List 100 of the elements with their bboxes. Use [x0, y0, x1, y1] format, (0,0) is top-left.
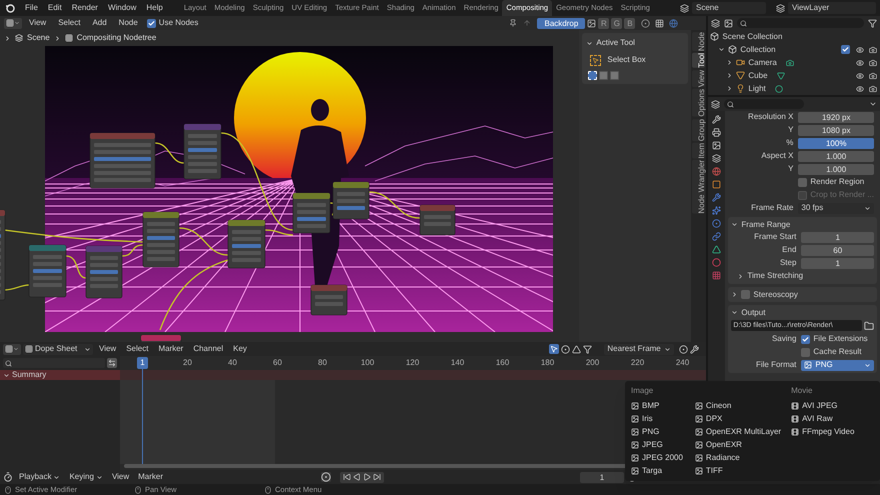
- render-camera-icon[interactable]: [869, 58, 877, 66]
- play-reverse-icon[interactable]: [353, 473, 361, 481]
- panel-header[interactable]: Output: [731, 307, 874, 318]
- visibility-icon[interactable]: [856, 58, 864, 66]
- menu-item[interactable]: Marker: [154, 343, 188, 355]
- circle-dot-icon[interactable]: [561, 344, 570, 354]
- compositor-node[interactable]: [310, 284, 348, 316]
- outliner-item[interactable]: Cube: [748, 70, 768, 82]
- menu-item[interactable]: AVI JPEG: [791, 400, 854, 412]
- expand-toggle[interactable]: [3, 372, 10, 378]
- folder-icon[interactable]: [864, 320, 874, 330]
- menu-item[interactable]: Targa: [631, 465, 683, 477]
- visibility-icon[interactable]: [856, 72, 864, 80]
- checkbox[interactable]: [801, 334, 810, 344]
- sidebar-tab[interactable]: View: [692, 70, 706, 88]
- pin-icon[interactable]: [509, 19, 518, 27]
- link-icon[interactable]: [712, 232, 722, 241]
- expand-toggle[interactable]: [726, 85, 734, 92]
- menu-item[interactable]: Channel: [189, 343, 228, 355]
- sidebar-tab[interactable]: Group: [692, 118, 706, 141]
- compositor-node[interactable]: [292, 192, 330, 234]
- menu-item[interactable]: Radiance: [694, 452, 782, 464]
- menu-item[interactable]: Cineon: [694, 400, 782, 412]
- wrench-icon[interactable]: [712, 193, 722, 202]
- outliner-item[interactable]: Scene Collection: [722, 30, 782, 42]
- filter-icon[interactable]: [868, 18, 877, 28]
- jump-start-icon[interactable]: [343, 473, 351, 481]
- menu-item[interactable]: View: [108, 471, 132, 483]
- scene-icon[interactable]: [680, 4, 689, 12]
- expand-toggle[interactable]: [718, 46, 726, 53]
- swap-icon[interactable]: [107, 358, 117, 368]
- panel-header[interactable]: Frame Range: [731, 219, 874, 230]
- channel-row[interactable]: Summary: [0, 370, 120, 380]
- triangle-icon[interactable]: [712, 245, 722, 254]
- checkbox[interactable]: [146, 18, 156, 28]
- menu-item[interactable]: DPX: [694, 413, 782, 425]
- snapping-dropdown[interactable]: Nearest Frame: [604, 344, 674, 354]
- menu-item[interactable]: View: [95, 343, 120, 355]
- layers-icon[interactable]: [712, 154, 722, 163]
- compositor-node[interactable]: [184, 124, 222, 180]
- menu-item[interactable]: JPEG 2000: [631, 452, 683, 464]
- menu-item[interactable]: Select: [122, 343, 152, 355]
- menu-item[interactable]: FFmpeg Video: [791, 426, 854, 438]
- number-field[interactable]: 1.000: [798, 150, 874, 162]
- number-field[interactable]: 1: [801, 258, 874, 268]
- render-camera-icon[interactable]: [869, 84, 877, 92]
- visibility-icon[interactable]: [856, 84, 864, 92]
- menu-item[interactable]: TIFF: [694, 465, 782, 477]
- filter-icon[interactable]: [583, 344, 592, 354]
- circle-dot-icon[interactable]: [641, 18, 650, 28]
- checkbox[interactable]: [801, 348, 810, 356]
- sidebar-tab[interactable]: Item: [692, 142, 706, 158]
- dropdown-field[interactable]: PNG: [801, 360, 874, 370]
- compositor-node[interactable]: [28, 244, 66, 298]
- menu-item[interactable]: Edit: [42, 2, 67, 14]
- expand-toggle[interactable]: [726, 72, 734, 79]
- current-frame-field[interactable]: 1: [580, 472, 624, 482]
- sidebar-tab[interactable]: Node: [692, 32, 706, 52]
- image-icon[interactable]: [712, 141, 722, 150]
- circle-data-icon[interactable]: [774, 84, 783, 92]
- parent-node-tree-icon[interactable]: [523, 19, 532, 27]
- menu-item[interactable]: OpenEXR: [694, 439, 782, 451]
- jump-end-icon[interactable]: [373, 473, 381, 481]
- compositor-node[interactable]: [228, 220, 266, 268]
- compositor-node[interactable]: [0, 210, 6, 300]
- menu-item[interactable]: JPEG: [631, 439, 683, 451]
- menu-item[interactable]: Node: [114, 17, 143, 29]
- globe-icon[interactable]: [712, 167, 722, 176]
- sidebar-tab[interactable]: Options: [692, 89, 706, 117]
- globe-icon[interactable]: [669, 18, 678, 28]
- sidebar-tab[interactable]: Node Wrangler: [692, 160, 706, 214]
- outliner-item[interactable]: Camera: [748, 56, 777, 68]
- menu-item[interactable]: Help: [141, 2, 168, 14]
- checkbox[interactable]: [841, 45, 850, 54]
- number-field[interactable]: 1920 px: [798, 112, 874, 122]
- menu-item[interactable]: Render: [66, 2, 103, 14]
- image-icon[interactable]: [587, 18, 596, 28]
- menu-item[interactable]: Key: [229, 343, 251, 355]
- number-field[interactable]: 1080 px: [798, 124, 874, 136]
- editor-type-button[interactable]: [3, 344, 21, 354]
- menu-item[interactable]: Keying: [66, 471, 106, 483]
- warning-icon[interactable]: [572, 344, 582, 354]
- select-box-icon[interactable]: [590, 54, 602, 66]
- checkbox[interactable]: [798, 178, 808, 186]
- menu-item[interactable]: File: [20, 2, 43, 14]
- scene-field[interactable]: Scene: [692, 2, 766, 14]
- subpanel-header[interactable]: Time Stretching: [731, 270, 874, 282]
- search-field[interactable]: [3, 358, 105, 368]
- image-icon[interactable]: [724, 18, 734, 28]
- chevron-down-icon[interactable]: [869, 100, 877, 108]
- sidebar-tab[interactable]: Tool: [692, 53, 706, 68]
- compositor-node[interactable]: [140, 334, 182, 342]
- proportional-icon[interactable]: [679, 344, 688, 354]
- menu-item[interactable]: Iris: [631, 413, 683, 425]
- outliner-item[interactable]: Collection: [740, 44, 776, 56]
- grid-icon[interactable]: [655, 18, 664, 28]
- play-icon[interactable]: [363, 473, 371, 481]
- panel-header[interactable]: Active Tool: [586, 37, 684, 49]
- clock-icon[interactable]: [3, 472, 13, 482]
- menu-item[interactable]: Window: [102, 2, 142, 14]
